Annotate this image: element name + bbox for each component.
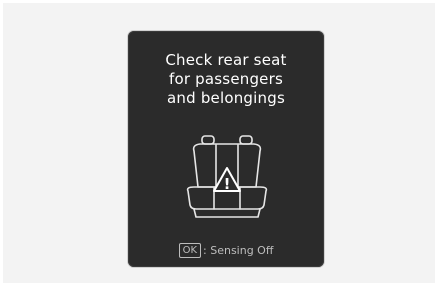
alert-message: Check rear seat for passengers and belon… [128,51,324,108]
rear-seat-warning-icon: ! [180,131,272,223]
alert-message-line: for passengers [168,70,283,88]
ok-action-text: : Sensing Off [203,244,274,257]
ok-key-badge[interactable]: OK [178,243,202,258]
left-headrest [201,135,215,145]
warning-exclamation: ! [224,175,231,193]
alert-message-line: and belongings [167,89,285,107]
cluster-display-panel: Check rear seat for passengers and belon… [128,31,324,267]
seat-base [193,208,261,218]
page-background: Check rear seat for passengers and belon… [3,3,435,283]
right-headrest [239,135,253,145]
ok-hint-row: OK: Sensing Off [128,243,324,259]
alert-message-line: Check rear seat [165,51,287,69]
